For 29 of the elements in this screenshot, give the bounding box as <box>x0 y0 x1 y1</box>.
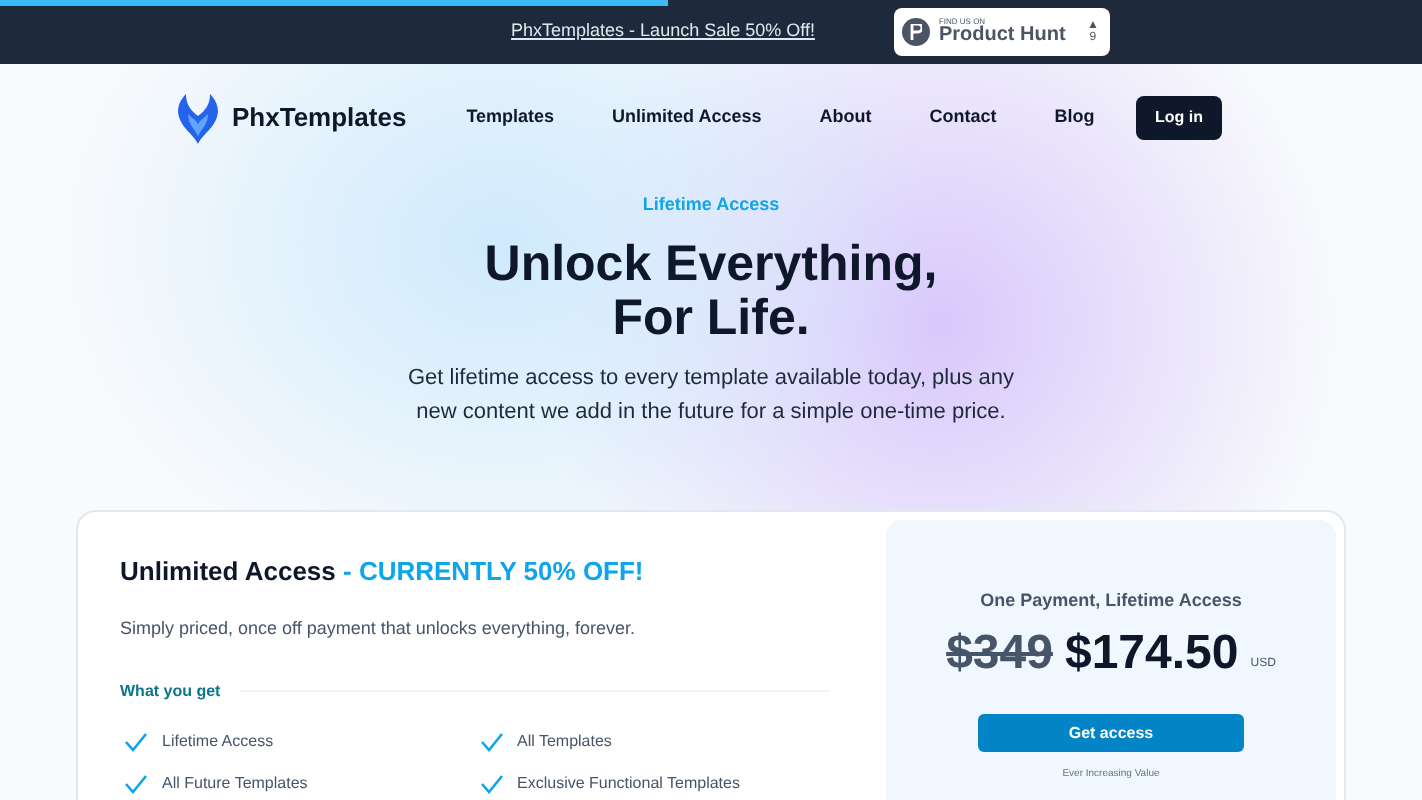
nav-link[interactable]: Blog <box>1054 104 1095 132</box>
nav-link[interactable]: Templates <box>466 104 555 132</box>
get-access-button[interactable]: Get access <box>978 714 1244 752</box>
price: $174.50 <box>1064 630 1239 678</box>
check-icon <box>479 731 503 751</box>
pricing-title: Unlimited Access - CURRENTLY 50% OFF! <box>120 553 646 589</box>
features-heading: What you get <box>120 679 221 703</box>
old-price: $349 <box>946 630 1053 678</box>
eyebrow-text: Lifetime Access <box>642 192 780 218</box>
feature-text: All Future Templates <box>162 771 308 795</box>
hero-subtitle: Get lifetime access to every template available today, plus any new content we add in the future for a simple one-time price. <box>405 363 1017 427</box>
check-icon <box>124 731 148 751</box>
badge-title: Product Hunt <box>938 26 1066 46</box>
feature-text: Lifetime Access <box>162 729 274 753</box>
check-icon <box>479 773 503 793</box>
feature-text: Exclusive Functional Templates <box>517 771 740 795</box>
panel-heading: One Payment, Lifetime Access <box>980 587 1242 614</box>
announcement-link[interactable]: PhxTemplates - Launch Sale 50% Off! <box>511 18 815 46</box>
check-icon <box>124 773 148 793</box>
feature-text: All Templates <box>517 729 612 753</box>
nav-link[interactable]: About <box>819 104 872 132</box>
brand-name: PhxTemplates <box>232 100 407 137</box>
nav-link[interactable]: Unlimited Access <box>612 104 762 132</box>
bird-logo-icon <box>176 92 220 144</box>
hero-title: Unlock Everything, For Life. <box>484 237 938 345</box>
p-logo-icon <box>910 24 923 40</box>
nav-link[interactable]: Contact <box>929 104 997 132</box>
login-button[interactable]: Log in <box>1136 96 1222 140</box>
pricing-description: Simply priced, once off payment that unlocks everything, forever. <box>120 616 637 642</box>
